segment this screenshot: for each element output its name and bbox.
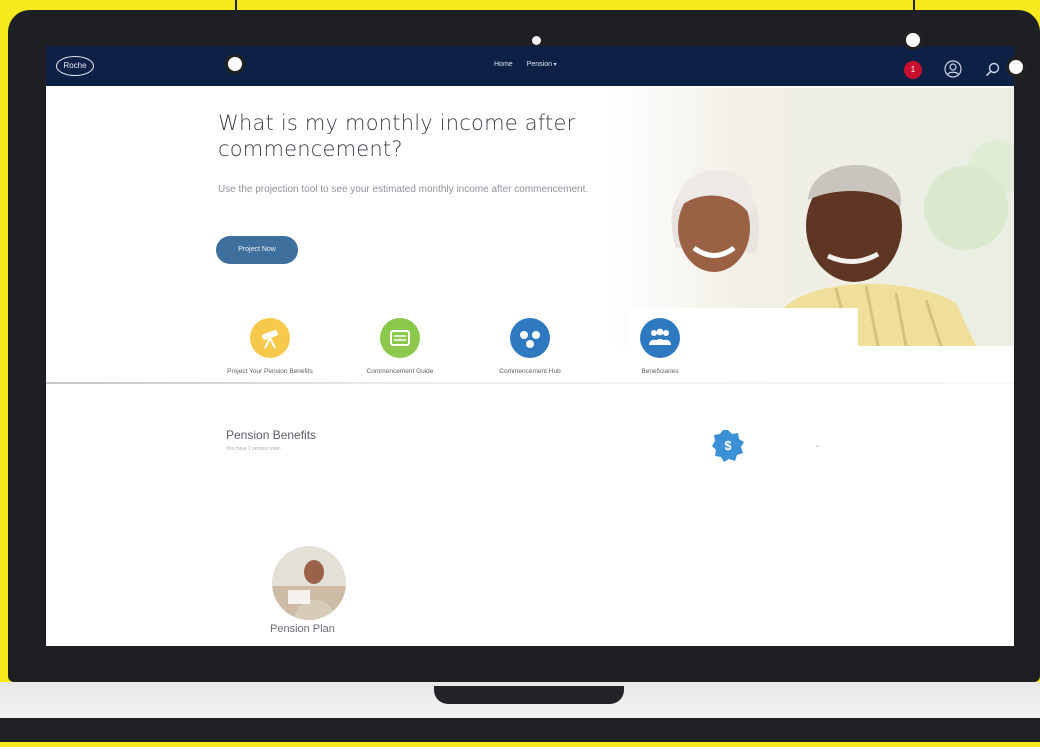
main-nav: Home Pension ▾ <box>494 61 557 68</box>
pension-plan-photo <box>272 546 346 620</box>
hero-subtitle: Use the projection tool to see your esti… <box>218 184 589 195</box>
search-icon[interactable] <box>984 61 1002 79</box>
quick-link-commencement-guide[interactable]: Commencement Guide <box>340 318 460 376</box>
project-now-button[interactable]: Project Now <box>216 236 298 264</box>
roche-logo[interactable]: Roche <box>56 56 94 76</box>
nav-pension-label: Pension <box>526 61 552 68</box>
hero-title: What is my monthly income after commence… <box>218 111 576 161</box>
top-navigation-bar: Roche Home Pension ▾ 1 <box>46 46 1014 86</box>
laptop-notch <box>434 686 624 704</box>
quick-link-beneficiaries[interactable]: Beneficiaries <box>600 318 720 376</box>
camera-icon <box>532 36 541 45</box>
quick-link-label: Beneficiaries <box>641 368 679 375</box>
book-icon <box>390 330 410 346</box>
callout-dot-2 <box>903 30 923 50</box>
people-icon <box>649 328 671 345</box>
hub-icon <box>520 331 540 348</box>
svg-text:$: $ <box>724 438 732 453</box>
quick-link-label: Commencement Hub <box>499 368 561 375</box>
pension-benefits-subtitle: You have 1 pension plan <box>226 446 281 452</box>
user-profile-icon[interactable] <box>944 60 962 78</box>
quick-link-circle <box>250 318 290 358</box>
quick-link-project-pension[interactable]: Project Your Pension Benefits <box>210 318 330 376</box>
callout-dot-1 <box>225 54 245 74</box>
quick-link-circle <box>380 318 420 358</box>
browser-screen: Roche Home Pension ▾ 1 What is my monthl… <box>46 46 1014 646</box>
chevron-down-icon: ▾ <box>551 62 557 68</box>
callout-dot-3 <box>1006 57 1026 77</box>
quick-link-circle <box>510 318 550 358</box>
laptop-base-shadow <box>0 718 1040 742</box>
chevron-down-icon[interactable]: ⌄ <box>814 440 821 449</box>
pension-plan-avatar[interactable] <box>272 546 346 620</box>
quick-link-circle <box>640 318 680 358</box>
nav-home-link[interactable]: Home <box>494 61 513 68</box>
telescope-icon <box>262 330 278 349</box>
quick-link-commencement-hub[interactable]: Commencement Hub <box>470 318 590 376</box>
quick-link-label: Project Your Pension Benefits <box>227 368 313 375</box>
notification-badge[interactable]: 1 <box>904 61 922 79</box>
pension-plan-label[interactable]: Pension Plan <box>270 623 335 635</box>
dollar-badge-icon: $ <box>712 430 744 462</box>
nav-pension-link[interactable]: Pension ▾ <box>527 61 557 68</box>
pension-benefits-title: Pension Benefits <box>226 428 317 442</box>
divider <box>46 382 1014 384</box>
quick-link-label: Commencement Guide <box>366 368 434 375</box>
